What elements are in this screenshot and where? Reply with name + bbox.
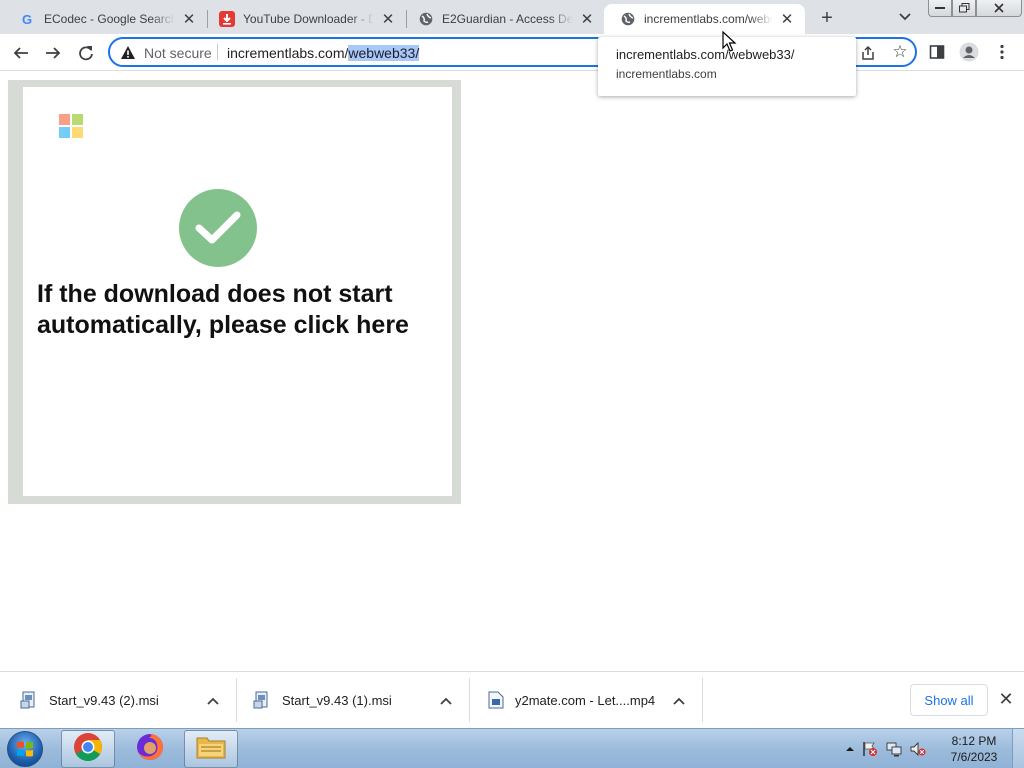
download-click-here-link[interactable]: If the download does not start automatic… bbox=[37, 279, 437, 341]
tab-strip: G ECodec - Google Search ✕ YouTube Downl… bbox=[0, 0, 1024, 34]
firefox-taskbar-button[interactable] bbox=[123, 730, 177, 768]
logo-square bbox=[59, 114, 70, 125]
side-panel-icon[interactable] bbox=[926, 41, 948, 63]
url-text[interactable]: incrementlabs.com/webweb33/ bbox=[227, 45, 420, 61]
chrome-taskbar-button[interactable] bbox=[61, 730, 115, 768]
restore-icon[interactable] bbox=[952, 0, 976, 17]
checkmark-icon bbox=[179, 189, 257, 267]
tab-incrementlabs[interactable]: incrementlabs.com/webw ✕ bbox=[604, 4, 805, 34]
bookmark-star-icon[interactable]: ☆ bbox=[890, 42, 910, 62]
url-selected-text: webweb33/ bbox=[348, 45, 420, 61]
download-card[interactable]: If the download does not start automatic… bbox=[23, 87, 452, 496]
download-filename: y2mate.com - Let....mp4 bbox=[515, 693, 656, 708]
google-icon: G bbox=[20, 11, 36, 27]
hover-card-domain: incrementlabs.com bbox=[616, 67, 717, 81]
profile-avatar-icon[interactable] bbox=[958, 41, 980, 63]
globe-icon bbox=[620, 11, 636, 27]
download-filename: Start_v9.43 (2).msi bbox=[49, 693, 159, 708]
tab-ecodec[interactable]: G ECodec - Google Search ✕ bbox=[4, 4, 207, 34]
tab-title: E2Guardian - Access Den bbox=[442, 12, 573, 26]
svg-text:G: G bbox=[22, 12, 32, 26]
not-secure-label[interactable]: Not secure bbox=[144, 45, 212, 61]
hover-card-title: incrementlabs.com/webweb33/ bbox=[616, 47, 795, 62]
warning-icon[interactable] bbox=[120, 45, 136, 61]
tab-e2guardian[interactable]: E2Guardian - Access Den ✕ bbox=[402, 4, 605, 34]
download-frame: If the download does not start automatic… bbox=[8, 80, 461, 504]
download-item[interactable]: Start_v9.43 (2).msi bbox=[0, 672, 233, 729]
start-button[interactable] bbox=[4, 730, 46, 768]
firefox-icon bbox=[135, 732, 165, 767]
back-icon[interactable] bbox=[8, 40, 34, 66]
screen: G ECodec - Google Search ✕ YouTube Downl… bbox=[0, 0, 1024, 768]
logo-square bbox=[72, 114, 83, 125]
close-tab-icon[interactable]: ✕ bbox=[181, 11, 197, 28]
clock-time: 8:12 PM bbox=[951, 734, 997, 748]
taskbar: 8:12 PM 7/6/2023 bbox=[0, 728, 1024, 768]
download-shelf: Start_v9.43 (2).msi Start_v9.43 (1).msi … bbox=[0, 671, 1024, 728]
msi-file-icon bbox=[20, 691, 38, 709]
file-explorer-taskbar-button[interactable] bbox=[184, 730, 238, 768]
chevron-up-icon[interactable] bbox=[203, 691, 223, 711]
chevron-up-icon[interactable] bbox=[436, 691, 456, 711]
chevron-up-icon[interactable] bbox=[669, 691, 689, 711]
tab-title: YouTube Downloader - Do bbox=[243, 12, 374, 26]
file-explorer-icon bbox=[195, 733, 227, 766]
msi-file-icon bbox=[253, 691, 271, 709]
close-icon[interactable]: ✕ bbox=[996, 689, 1016, 709]
tab-title: ECodec - Google Search bbox=[44, 12, 175, 26]
network-icon[interactable] bbox=[882, 741, 906, 757]
video-file-icon bbox=[488, 691, 506, 709]
taskbar-clock[interactable]: 8:12 PM 7/6/2023 bbox=[942, 733, 1006, 765]
close-tab-icon[interactable]: ✕ bbox=[380, 11, 396, 28]
download-filename: Start_v9.43 (1).msi bbox=[282, 693, 392, 708]
download-item[interactable]: Start_v9.43 (1).msi bbox=[233, 672, 466, 729]
download-arrow-icon bbox=[219, 11, 235, 27]
forward-icon[interactable] bbox=[40, 40, 66, 66]
action-center-flag-icon[interactable] bbox=[858, 741, 882, 757]
clock-date: 7/6/2023 bbox=[950, 750, 998, 764]
kebab-menu-icon[interactable] bbox=[991, 41, 1013, 63]
volume-muted-icon[interactable] bbox=[906, 741, 930, 757]
window-controls bbox=[928, 0, 1022, 18]
windows-orb-icon bbox=[7, 731, 43, 767]
show-all-button[interactable]: Show all bbox=[910, 684, 988, 716]
url-prefix: incrementlabs.com/ bbox=[227, 45, 349, 61]
reload-icon[interactable] bbox=[73, 40, 99, 66]
new-tab-button[interactable]: + bbox=[815, 6, 839, 30]
show-desktop-button[interactable] bbox=[1012, 729, 1024, 768]
mouse-cursor-icon bbox=[722, 31, 737, 52]
tab-title: incrementlabs.com/webw bbox=[644, 12, 773, 26]
globe-icon bbox=[418, 11, 434, 27]
logo-square bbox=[59, 127, 70, 138]
minimize-icon[interactable] bbox=[928, 0, 952, 17]
close-tab-icon[interactable]: ✕ bbox=[779, 11, 795, 28]
share-icon[interactable] bbox=[858, 43, 878, 63]
logo-square bbox=[72, 127, 83, 138]
show-hidden-icons-icon[interactable] bbox=[842, 746, 858, 752]
close-window-icon[interactable] bbox=[976, 0, 1022, 17]
system-tray bbox=[842, 729, 930, 768]
close-tab-icon[interactable]: ✕ bbox=[579, 11, 595, 28]
chrome-icon bbox=[73, 732, 103, 767]
windows-logo-icon bbox=[59, 114, 83, 138]
tab-search-chevron-icon[interactable] bbox=[894, 7, 916, 27]
download-item[interactable]: y2mate.com - Let....mp4 bbox=[466, 672, 699, 729]
browser-toolbar: Not secure incrementlabs.com/webweb33/ ☆ bbox=[0, 34, 1024, 71]
tab-youtube-downloader[interactable]: YouTube Downloader - Do ✕ bbox=[203, 4, 406, 34]
